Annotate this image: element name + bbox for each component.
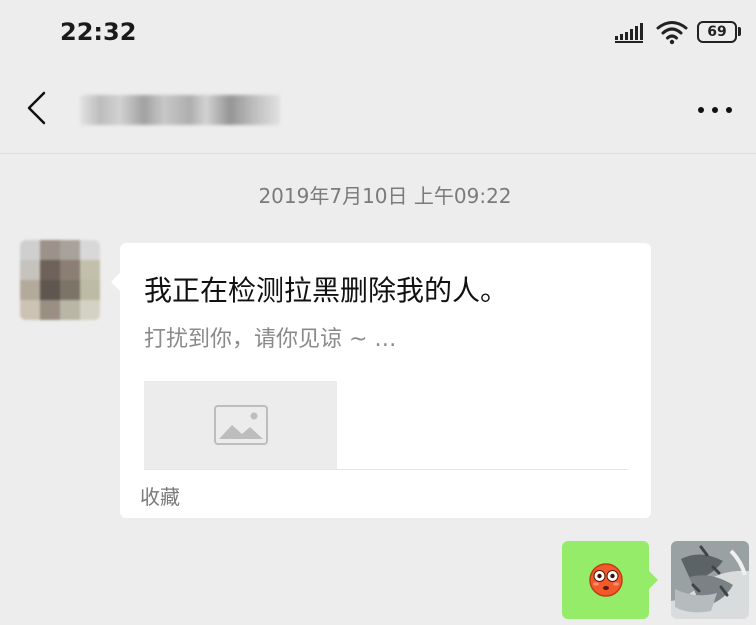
wifi-icon <box>656 21 688 45</box>
card-title: 我正在检测拉黑删除我的人。 <box>144 274 509 307</box>
more-dots-icon[interactable] <box>698 106 738 114</box>
battery-level: 69 <box>707 24 727 40</box>
chat-header <box>0 64 756 154</box>
card-source-label: 收藏 <box>140 485 180 509</box>
link-card-message[interactable]: 我正在检测拉黑删除我的人。 打扰到你，请你见谅 ~ … 收藏 <box>111 243 651 518</box>
contact-avatar[interactable] <box>20 240 100 320</box>
image-placeholder-icon <box>213 405 268 445</box>
contact-name-blurred[interactable] <box>80 95 280 125</box>
card-thumbnail <box>144 381 337 469</box>
card-divider <box>144 469 628 470</box>
my-avatar[interactable] <box>671 541 749 619</box>
battery-icon: 69 <box>697 21 737 43</box>
cat-photo <box>671 541 749 619</box>
signal-icon <box>615 23 643 43</box>
back-chevron-icon[interactable] <box>24 90 48 126</box>
outgoing-emoji-message[interactable] <box>562 541 658 619</box>
flushed-face-icon <box>588 563 623 597</box>
status-time: 22:32 <box>60 18 137 46</box>
card-description: 打扰到你，请你见谅 ~ … <box>144 327 397 352</box>
chat-timestamp: 2019年7月10日 上午09:22 <box>258 184 512 208</box>
battery-tip <box>738 27 741 36</box>
